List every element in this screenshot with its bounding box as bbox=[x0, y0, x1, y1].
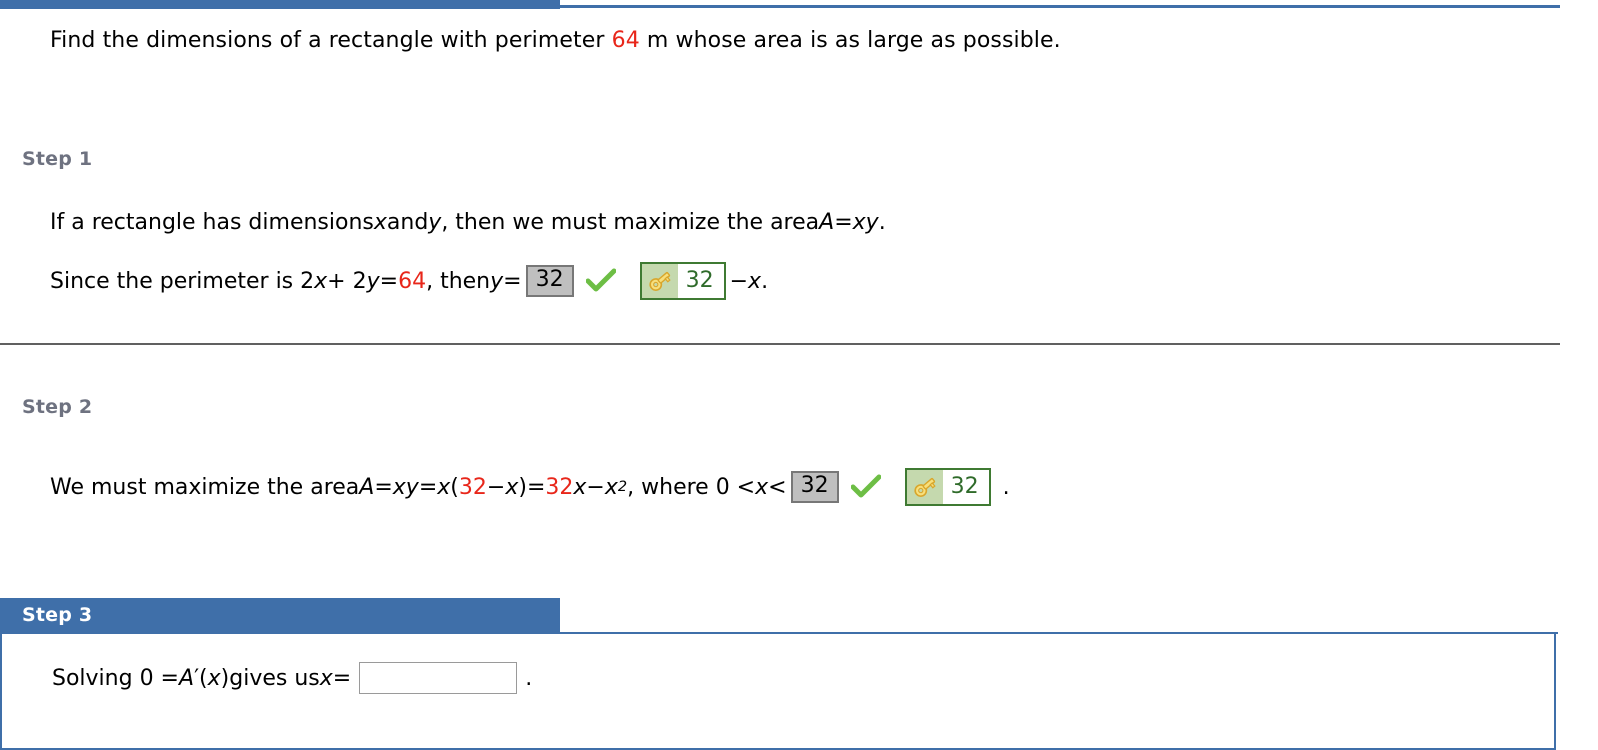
s1-eq: = bbox=[834, 210, 853, 235]
s1-prefix-c: = bbox=[379, 268, 399, 294]
s2-paren-open: ( bbox=[450, 474, 459, 500]
step-2-graded-answer-box[interactable]: 32 bbox=[790, 471, 839, 503]
s3-equals: = bbox=[332, 665, 352, 691]
s1-perim-y: y bbox=[366, 268, 380, 294]
s1-var-A: A bbox=[819, 210, 835, 235]
s1-prefix-a: Since the perimeter is 2 bbox=[50, 268, 315, 294]
s1-suffix-dash: − bbox=[729, 268, 749, 294]
problem-text-part1: Find the dimensions of a rectangle with … bbox=[50, 28, 612, 53]
step-1-line-1: If a rectangle has dimensions x and y, t… bbox=[50, 210, 886, 235]
s2-x1: x bbox=[437, 474, 451, 500]
problem-statement: Find the dimensions of a rectangle with … bbox=[50, 28, 1061, 53]
s2-red-32-a: 32 bbox=[458, 474, 487, 500]
s2-x2: x bbox=[505, 474, 519, 500]
step-1-key-value: 32 bbox=[685, 268, 714, 293]
step-1-label: Step 1 bbox=[22, 148, 93, 170]
s2-eq1: = bbox=[374, 474, 393, 500]
problem-text-part2: m whose area is as large as possible. bbox=[639, 28, 1061, 53]
s3-arg-x: x bbox=[207, 665, 221, 691]
s1-result-y: y bbox=[490, 268, 504, 294]
s1-suffix-x: x bbox=[748, 268, 762, 294]
s2-var-A: A bbox=[359, 474, 375, 500]
s2-x5: x bbox=[755, 474, 769, 500]
step-3-label: Step 3 bbox=[22, 604, 93, 626]
step-3-line-1: Solving 0 = A ′(x) gives us x = . bbox=[52, 662, 532, 694]
s3-mid: gives us bbox=[229, 665, 320, 691]
s2-x3: x bbox=[573, 474, 587, 500]
step-1-solution-key-box[interactable]: 32 bbox=[639, 262, 726, 300]
key-icon bbox=[906, 470, 943, 504]
s1-t1: If a rectangle has dimensions bbox=[50, 210, 374, 235]
green-check-icon bbox=[850, 474, 881, 500]
s3-var-x: x bbox=[319, 665, 333, 691]
s1-t3: , then we must maximize the area bbox=[441, 210, 820, 235]
s2-exponent: 2 bbox=[617, 479, 628, 495]
s1-prefix-d: , then bbox=[426, 268, 491, 294]
step-2-solution-key-box[interactable]: 32 bbox=[904, 468, 991, 506]
s2-prefix: We must maximize the area bbox=[50, 474, 360, 500]
top-tab-strip bbox=[0, 0, 1560, 9]
s3-prime: ′( bbox=[194, 665, 208, 691]
s3-close-paren: ) bbox=[220, 665, 230, 691]
step-2-line-1: We must maximize the area A = xy = x(32 … bbox=[50, 468, 1010, 506]
active-tab-bar bbox=[0, 0, 560, 9]
s1-period: . bbox=[878, 210, 886, 235]
tab-underline-rule bbox=[560, 5, 1560, 8]
s3-var-A: A bbox=[179, 665, 195, 691]
green-check-icon bbox=[585, 268, 616, 294]
s2-minus2: − bbox=[586, 474, 605, 500]
s1-expr-xy: xy bbox=[852, 210, 879, 235]
s2-period: . bbox=[1002, 474, 1010, 500]
s2-eq3: = bbox=[526, 474, 546, 500]
s2-x4: x bbox=[604, 474, 618, 500]
s2-expr-xy: xy bbox=[392, 474, 419, 500]
s2-eq2: = bbox=[418, 474, 438, 500]
step-3-header-tab: Step 3 bbox=[0, 598, 560, 634]
s1-prefix-b: + 2 bbox=[327, 268, 367, 294]
s3-prefix: Solving 0 = bbox=[52, 665, 179, 691]
s3-period: . bbox=[525, 665, 533, 691]
step-3-panel: Solving 0 = A ′(x) gives us x = . bbox=[0, 632, 1558, 750]
s2-red-32-b: 32 bbox=[545, 474, 574, 500]
s2-paren-close: ) bbox=[518, 474, 527, 500]
s1-perimeter-value: 64 bbox=[398, 268, 427, 294]
s1-equals: = bbox=[503, 268, 522, 294]
s2-minus1: − bbox=[486, 474, 506, 500]
step-2-key-value: 32 bbox=[950, 474, 979, 499]
s1-var-y: y bbox=[428, 210, 442, 235]
s1-t2: and bbox=[386, 210, 429, 235]
key-icon bbox=[641, 264, 678, 298]
step-3-answer-input[interactable] bbox=[359, 662, 518, 694]
s2-where-text: , where 0 < bbox=[627, 474, 756, 500]
s1-suffix-period: . bbox=[761, 268, 769, 294]
section-divider bbox=[0, 343, 1560, 345]
step-2-label: Step 2 bbox=[22, 396, 93, 418]
problem-perimeter-value: 64 bbox=[611, 28, 640, 53]
s1-perim-x: x bbox=[314, 268, 328, 294]
s2-lt: < bbox=[768, 474, 787, 500]
step-1-line-2: Since the perimeter is 2x + 2y = 64, the… bbox=[50, 262, 768, 300]
s1-var-x: x bbox=[373, 210, 387, 235]
step-1-graded-answer-box[interactable]: 32 bbox=[525, 265, 574, 297]
